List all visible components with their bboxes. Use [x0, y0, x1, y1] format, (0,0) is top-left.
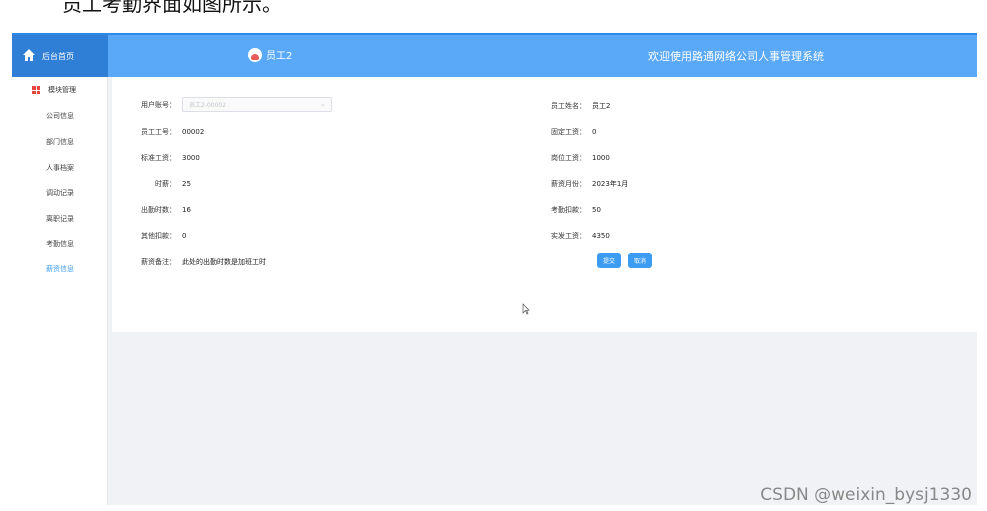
- user-account-select[interactable]: 员工2-00002 ⌄: [182, 97, 332, 112]
- attendance-hours-value: 16: [182, 206, 191, 214]
- employee-name-row: 员工姓名： 员工2: [542, 101, 610, 111]
- standard-salary-label: 标准工资：: [141, 154, 176, 162]
- sidebar-item-transfer[interactable]: 调动记录: [12, 188, 108, 198]
- employee-no-label: 员工工号：: [141, 128, 176, 136]
- employee-no-value: 00002: [182, 128, 205, 136]
- employee-name-label: 员工姓名：: [551, 102, 586, 110]
- hourly-pay-row: 时薪： 25: [132, 179, 191, 189]
- attendance-hours-row: 出勤时数： 16: [132, 205, 191, 215]
- sidebar-item-department[interactable]: 部门信息: [12, 137, 108, 147]
- home-label: 后台首页: [42, 51, 74, 61]
- cancel-button[interactable]: 取消: [628, 253, 653, 268]
- employee-no-row: 员工工号： 00002: [132, 127, 204, 137]
- salary-note-value: 此处的出勤时数是加班工时: [182, 258, 266, 266]
- cursor-icon: [522, 303, 530, 315]
- sidebar-item-resignation[interactable]: 离职记录: [12, 214, 108, 224]
- hourly-pay-value: 25: [182, 180, 191, 188]
- salary-note-label: 薪资备注：: [141, 258, 176, 266]
- other-deduction-label: 其他扣款：: [141, 232, 176, 240]
- attendance-deduction-value: 50: [592, 206, 601, 214]
- standard-salary-value: 3000: [182, 154, 200, 162]
- sidebar-item-salary[interactable]: 薪资信息: [12, 264, 108, 274]
- attendance-deduction-row: 考勤扣款： 50: [542, 205, 601, 215]
- fixed-salary-label: 固定工资：: [551, 128, 586, 136]
- post-salary-row: 岗位工资： 1000: [542, 153, 610, 163]
- actual-salary-row: 实发工资： 4350: [542, 231, 610, 241]
- attendance-deduction-label: 考勤扣款：: [551, 206, 586, 214]
- fixed-salary-value: 0: [592, 128, 597, 136]
- sidebar-group-header[interactable]: 模块管理: [32, 85, 76, 95]
- salary-month-row: 薪资月份： 2023年1月: [542, 179, 628, 189]
- top-bar: 后台首页 员工2 欢迎使用路通网络公司人事管理系统: [12, 33, 977, 77]
- other-deduction-row: 其他扣款： 0: [132, 231, 186, 241]
- submit-button[interactable]: 提交: [597, 253, 622, 268]
- user-info[interactable]: 员工2: [248, 47, 292, 62]
- attendance-hours-label: 出勤时数：: [141, 206, 176, 214]
- document-text: 员工考勤界面如图所示。: [62, 0, 282, 16]
- other-deduction-value: 0: [182, 232, 187, 240]
- salary-month-label: 薪资月份：: [551, 180, 586, 188]
- user-account-label: 用户账号：: [141, 100, 176, 109]
- salary-month-value: 2023年1月: [592, 180, 629, 188]
- app-frame: 后台首页 员工2 欢迎使用路通网络公司人事管理系统 模块管理 公司信息 部门信息…: [12, 33, 977, 505]
- actual-salary-value: 4350: [592, 232, 610, 240]
- sidebar: 模块管理 公司信息 部门信息 人事档案 调动记录 离职记录 考勤信息 薪资信息: [12, 77, 108, 505]
- post-salary-label: 岗位工资：: [551, 154, 586, 162]
- system-title: 欢迎使用路通网络公司人事管理系统: [648, 50, 824, 63]
- salary-note-row: 薪资备注： 此处的出勤时数是加班工时: [132, 257, 266, 267]
- post-salary-value: 1000: [592, 154, 610, 162]
- user-account-placeholder: 员工2-00002: [189, 102, 227, 109]
- home-link[interactable]: 后台首页: [12, 35, 108, 77]
- chevron-down-icon: ⌄: [320, 100, 326, 108]
- actual-salary-label: 实发工资：: [551, 232, 586, 240]
- sidebar-item-personnel[interactable]: 人事档案: [12, 163, 108, 173]
- sidebar-item-attendance[interactable]: 考勤信息: [12, 239, 108, 249]
- watermark: CSDN @weixin_bysj1330: [760, 485, 972, 505]
- standard-salary-row: 标准工资： 3000: [132, 153, 200, 163]
- user-account-row: 用户账号： 员工2-00002 ⌄: [132, 97, 332, 112]
- grid-icon: [32, 86, 40, 94]
- home-icon: [22, 48, 36, 64]
- avatar-icon: [248, 47, 262, 62]
- sidebar-item-company[interactable]: 公司信息: [12, 111, 108, 121]
- sidebar-group-label: 模块管理: [48, 86, 76, 94]
- salary-form: 用户账号： 员工2-00002 ⌄ 员工工号： 00002 标准工资： 3000…: [112, 77, 977, 332]
- user-name: 员工2: [266, 51, 293, 62]
- fixed-salary-row: 固定工资： 0: [542, 127, 596, 137]
- hourly-pay-label: 时薪：: [155, 180, 176, 188]
- employee-name-value: 员工2: [592, 102, 611, 110]
